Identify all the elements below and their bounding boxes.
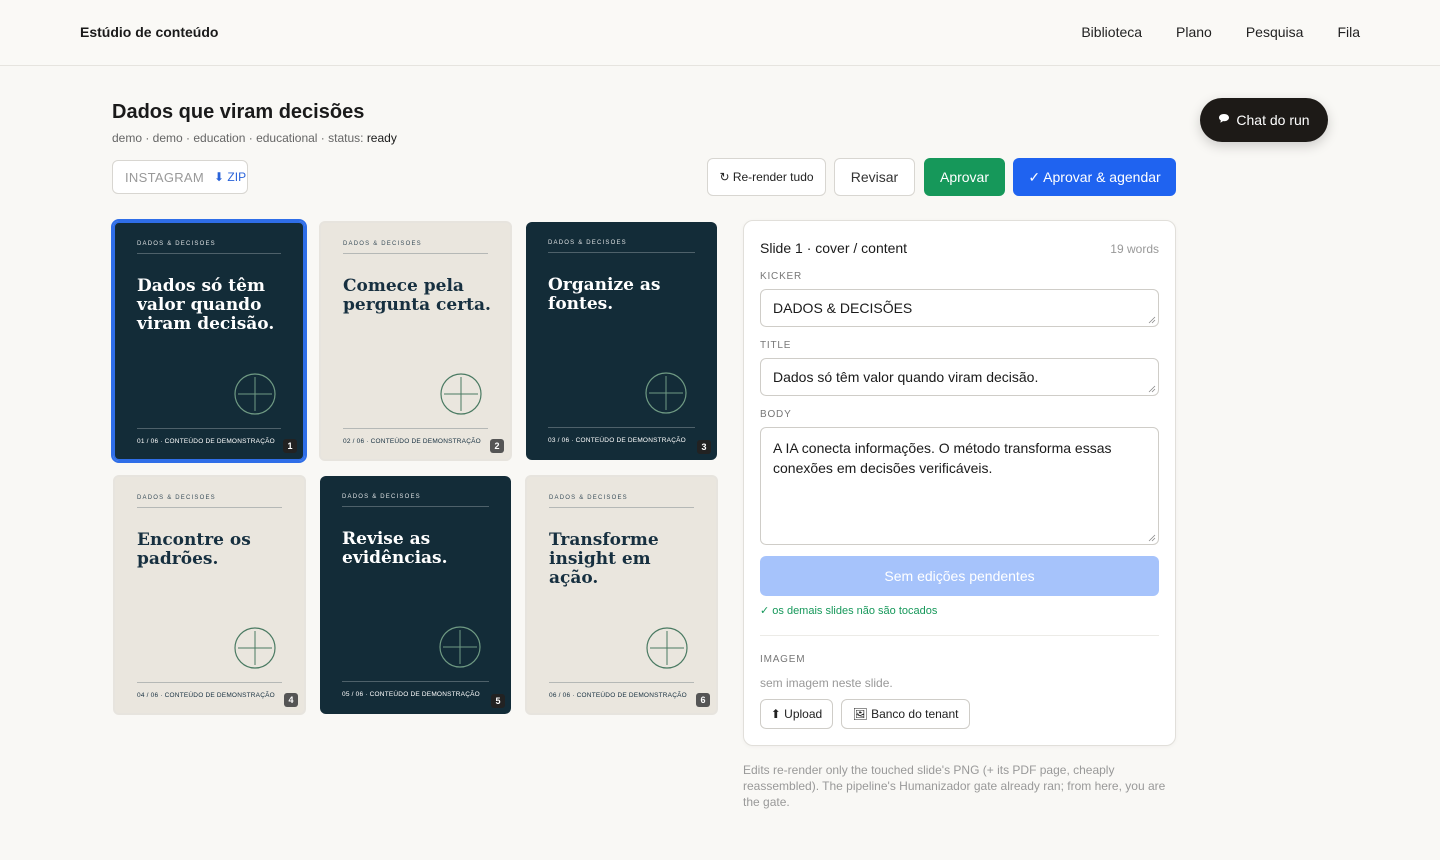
slide-thumbnail-3[interactable]: DADOS & DECISÕES Organize as fontes. 03 …	[526, 222, 717, 460]
nav-biblioteca[interactable]: Biblioteca	[1081, 24, 1142, 40]
divider	[549, 507, 694, 508]
image-label: IMAGEM	[760, 654, 806, 665]
plus-circle-icon	[645, 372, 687, 414]
resize-grip-icon[interactable]	[1148, 316, 1156, 324]
divider	[343, 253, 488, 254]
slide-title: Organize as fontes.	[548, 275, 661, 314]
no-pending-edits-button[interactable]: Sem edições pendentes	[760, 556, 1159, 596]
slide-kicker: DADOS & DECISÕES	[343, 241, 422, 247]
slide-title: Transforme insight em ação.	[549, 530, 659, 588]
speech-bubble-icon	[1218, 113, 1230, 127]
divider	[549, 682, 694, 683]
chat-run-button[interactable]: Chat do run	[1200, 98, 1328, 142]
divider	[342, 681, 489, 682]
kicker-label: KICKER	[760, 271, 803, 282]
rerender-note: Edits re-render only the touched slide's…	[743, 763, 1166, 809]
divider	[760, 635, 1159, 636]
plus-circle-icon	[440, 373, 482, 415]
title-label: TITLE	[760, 340, 792, 351]
divider	[342, 506, 489, 507]
rerender-all-button[interactable]: ↻ Re-render tudo	[707, 158, 826, 196]
nav-pesquisa[interactable]: Pesquisa	[1246, 24, 1304, 40]
slide-thumbnail-6[interactable]: DADOS & DECISÕES Transforme insight em a…	[525, 475, 718, 715]
slide-number-badge: 4	[284, 693, 298, 707]
slide-kicker: DADOS & DECISÕES	[342, 494, 421, 500]
kicker-field[interactable]: DADOS & DECISÕES	[760, 289, 1159, 327]
title-field[interactable]: Dados só têm valor quando viram decisão.	[760, 358, 1159, 396]
slide-thumbnail-5[interactable]: DADOS & DECISÕES Revise as evidências. 0…	[320, 476, 511, 714]
slide-kicker: DADOS & DECISÕES	[137, 495, 216, 501]
divider	[137, 428, 281, 429]
resize-grip-icon[interactable]	[1148, 385, 1156, 393]
aprovar-agendar-button[interactable]: ✓ Aprovar & agendar	[1013, 158, 1176, 196]
resize-grip-icon[interactable]	[1148, 534, 1156, 542]
slide-footer: 02 / 06 · CONTEÚDO DE DEMONSTRAÇÃO	[343, 438, 481, 445]
word-count: 19 words	[1110, 242, 1159, 256]
slide-thumbnail-4[interactable]: DADOS & DECISÕES Encontre os padrões. 04…	[113, 475, 306, 715]
slide-title: Comece pela pergunta certa.	[343, 276, 491, 315]
slide-title: Encontre os padrões.	[137, 530, 251, 569]
body-label: BODY	[760, 409, 792, 420]
run-meta: demo · demo · education · educational · …	[112, 131, 397, 145]
slide-footer: 06 / 06 · CONTEÚDO DE DEMONSTRAÇÃO	[549, 692, 687, 699]
aprovar-button[interactable]: Aprovar	[924, 158, 1005, 196]
slide-kicker: DADOS & DECISÕES	[549, 495, 628, 501]
page-title: Dados que viram decisões	[112, 101, 365, 123]
slide-title: Revise as evidências.	[342, 529, 448, 568]
divider	[343, 428, 488, 429]
plus-circle-icon	[234, 373, 276, 415]
tenant-bank-button[interactable]: 🖼 Banco do tenant	[841, 699, 970, 729]
upload-button[interactable]: ⬆ Upload	[760, 699, 833, 729]
no-image-text: sem imagem neste slide.	[760, 676, 893, 690]
format-selector: INSTAGRAM ⬇ ZIP	[112, 160, 248, 194]
nav-plano[interactable]: Plano	[1176, 24, 1212, 40]
slide-editor-panel: Slide 1 · cover / content 19 words KICKE…	[743, 220, 1176, 746]
run-meta-text: demo · demo · education · educational · …	[112, 131, 367, 145]
slide-number-badge: 5	[491, 694, 505, 708]
plus-circle-icon	[439, 626, 481, 668]
divider	[548, 252, 695, 253]
slide-footer: 05 / 06 · CONTEÚDO DE DEMONSTRAÇÃO	[342, 691, 480, 698]
kicker-value: DADOS & DECISÕES	[773, 300, 913, 316]
nav-fila[interactable]: Fila	[1337, 24, 1360, 40]
slide-number-badge: 2	[490, 439, 504, 453]
slide-kicker: DADOS & DECISÕES	[548, 240, 627, 246]
plus-circle-icon	[646, 627, 688, 669]
slide-footer: 01 / 06 · CONTEÚDO DE DEMONSTRAÇÃO	[137, 438, 275, 445]
divider	[548, 427, 695, 428]
app-brand[interactable]: Estúdio de conteúdo	[80, 24, 218, 40]
body-value: A IA conecta informações. O método trans…	[773, 440, 1112, 476]
main-nav: Biblioteca Plano Pesquisa Fila	[1081, 24, 1360, 40]
divider	[137, 507, 282, 508]
divider	[137, 253, 281, 254]
slide-title: Dados só têm valor quando viram decisão.	[137, 276, 275, 334]
slide-thumbnail-1[interactable]: DADOS & DECISÕES Dados só têm valor quan…	[111, 219, 307, 463]
title-value: Dados só têm valor quando viram decisão.	[773, 369, 1039, 385]
untouched-slides-note: ✓ os demais slides não são tocados	[760, 605, 938, 617]
revisar-button[interactable]: Revisar	[834, 158, 915, 196]
slide-number-badge: 6	[696, 693, 710, 707]
divider	[137, 682, 282, 683]
editor-heading: Slide 1 · cover / content	[760, 240, 908, 256]
slide-number-badge: 3	[697, 440, 711, 454]
slide-footer: 04 / 06 · CONTEÚDO DE DEMONSTRAÇÃO	[137, 692, 275, 699]
slide-footer: 03 / 06 · CONTEÚDO DE DEMONSTRAÇÃO	[548, 437, 686, 444]
status-value: ready	[366, 131, 397, 145]
top-bar: Estúdio de conteúdo Biblioteca Plano Pes…	[0, 0, 1440, 66]
slide-kicker: DADOS & DECISÕES	[137, 241, 216, 247]
chat-run-label: Chat do run	[1236, 112, 1310, 128]
slide-number-badge: 1	[283, 439, 297, 453]
plus-circle-icon	[234, 627, 276, 669]
body-field[interactable]: A IA conecta informações. O método trans…	[760, 427, 1159, 545]
slide-thumbnail-2[interactable]: DADOS & DECISÕES Comece pela pergunta ce…	[319, 221, 512, 461]
download-zip-link[interactable]: ⬇ ZIP	[214, 170, 246, 184]
format-label[interactable]: INSTAGRAM	[125, 170, 204, 185]
